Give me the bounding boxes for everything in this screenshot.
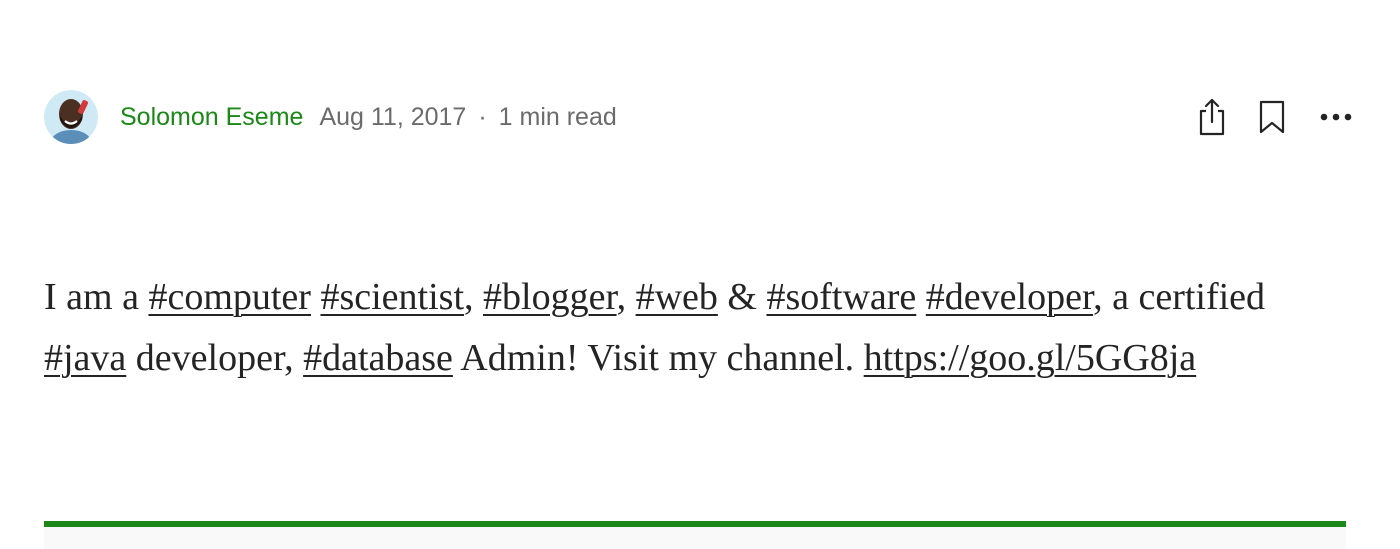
author-name-link[interactable]: Solomon Eseme xyxy=(120,103,303,132)
bookmark-icon xyxy=(1259,100,1285,134)
share-icon xyxy=(1199,98,1225,136)
hashtag-java-link[interactable]: #java xyxy=(44,337,126,379)
body-text-segment: , xyxy=(616,276,636,318)
hashtag-computer-link[interactable]: #computer xyxy=(148,276,311,318)
hashtag-scientist-link[interactable]: #scientist xyxy=(320,276,464,318)
hashtag-blogger-link[interactable]: #blogger xyxy=(483,276,617,318)
meta-separator: · xyxy=(478,102,487,131)
hashtag-developer-link[interactable]: #developer xyxy=(926,276,1093,318)
read-time: 1 min read xyxy=(498,102,617,131)
post-date: Aug 11, 2017 xyxy=(319,102,467,131)
hashtag-web-link[interactable]: #web xyxy=(636,276,718,318)
avatar-image xyxy=(44,90,98,144)
body-text-segment: , xyxy=(464,276,484,318)
hashtag-database-link[interactable]: #database xyxy=(303,337,453,379)
body-text-segment: Admin! Visit my channel. xyxy=(452,337,864,379)
more-options-button[interactable] xyxy=(1316,97,1356,137)
body-text-segment xyxy=(916,276,926,318)
author-avatar[interactable] xyxy=(44,90,98,144)
hashtag-software-link[interactable]: #software xyxy=(766,276,916,318)
body-text-segment: & xyxy=(717,276,767,318)
bookmark-button[interactable] xyxy=(1252,97,1292,137)
post-meta-row: Solomon Eseme Aug 11, 2017 · 1 min read xyxy=(44,89,1356,145)
share-button[interactable] xyxy=(1192,97,1232,137)
channel-url-link[interactable]: https://goo.gl/5GG8ja xyxy=(864,337,1197,379)
post-body-text: I am a #computer #scientist, #blogger, #… xyxy=(44,267,1356,389)
body-text-segment: developer, xyxy=(126,337,304,379)
body-text-segment: I am a xyxy=(44,276,149,318)
body-text-segment: , a certified xyxy=(1093,276,1266,318)
post-actions xyxy=(1192,97,1356,137)
article-page: Solomon Eseme Aug 11, 2017 · 1 min read xyxy=(0,0,1400,549)
more-options-icon xyxy=(1320,113,1352,121)
embed-card xyxy=(44,527,1346,549)
